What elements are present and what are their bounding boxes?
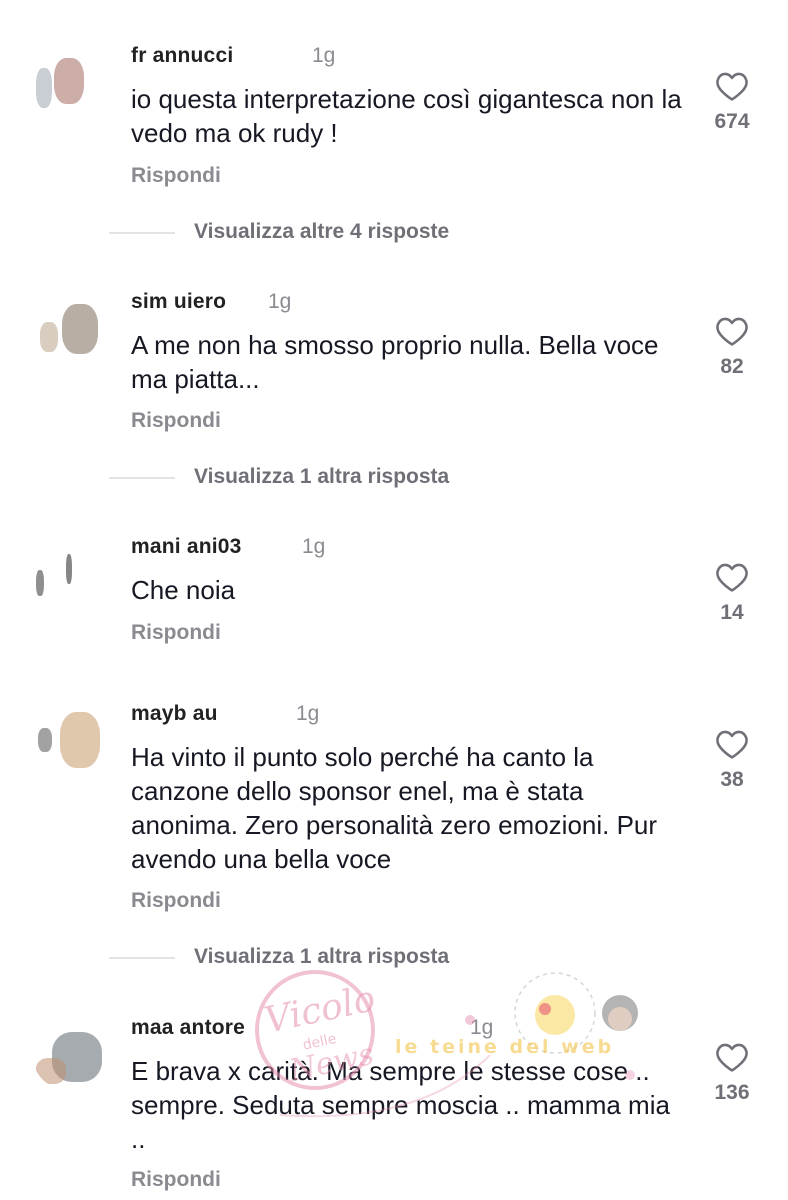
like-count: 14 (720, 601, 744, 624)
heart-outline-icon (716, 72, 748, 101)
like-button[interactable]: 82 (702, 315, 762, 379)
comment-username[interactable]: sim uiero (131, 290, 226, 314)
like-button[interactable]: 136 (702, 1041, 762, 1105)
reply-button[interactable]: Rispondi (131, 1168, 221, 1192)
like-button[interactable]: 38 (702, 728, 762, 792)
comment-text: A me non ha smosso proprio nulla. Bella … (131, 330, 659, 394)
comment-time: 1g (268, 290, 292, 313)
like-count: 82 (720, 355, 744, 378)
avatar[interactable] (32, 292, 104, 364)
view-more-replies-label: Visualizza altre 4 risposte (194, 220, 450, 243)
avatar[interactable] (32, 706, 104, 778)
like-button[interactable]: 14 (702, 561, 762, 625)
watermark-line2: delle (301, 1031, 337, 1054)
divider (109, 477, 175, 479)
like-button[interactable]: 674 (702, 70, 762, 134)
comment-username[interactable]: mayb au (131, 702, 218, 726)
view-more-replies[interactable]: Visualizza 1 altra risposta (0, 943, 788, 973)
comment-username[interactable]: maa antore (131, 1016, 245, 1040)
comment-text: io questa interpretazione così gigantesc… (131, 84, 682, 148)
like-count: 38 (720, 768, 744, 791)
reply-button[interactable]: Rispondi (131, 621, 221, 645)
heart-outline-icon (716, 563, 748, 592)
like-count: 674 (714, 110, 750, 133)
view-more-replies[interactable]: Visualizza 1 altra risposta (0, 463, 788, 493)
avatar[interactable] (32, 1018, 104, 1090)
view-more-replies-label: Visualizza 1 altra risposta (194, 945, 450, 968)
like-count: 136 (714, 1081, 750, 1104)
comment-time: 1g (470, 1016, 494, 1039)
comment-text: Ha vinto il punto solo perché ha canto l… (131, 742, 658, 874)
reply-button[interactable]: Rispondi (131, 164, 221, 188)
comment-username[interactable]: mani ani03 (131, 535, 242, 559)
avatar[interactable] (32, 48, 104, 120)
reply-button[interactable]: Rispondi (131, 409, 221, 433)
comment-text: Che noia (131, 575, 236, 605)
watermark-line1: Vicolo (261, 978, 379, 1041)
comment-time: 1g (302, 535, 326, 558)
view-more-replies-label: Visualizza 1 altra risposta (194, 465, 450, 488)
heart-outline-icon (716, 730, 748, 759)
avatar[interactable] (32, 540, 104, 612)
comment-text: E brava x carità. Ma sempre le stesse co… (131, 1056, 670, 1154)
view-more-replies[interactable]: Visualizza altre 4 risposte (0, 218, 788, 248)
comment-username[interactable]: fr annucci (131, 44, 233, 68)
divider (109, 232, 175, 234)
reply-button[interactable]: Rispondi (131, 889, 221, 913)
comment-time: 1g (296, 702, 320, 725)
comment-time: 1g (312, 44, 336, 67)
divider (109, 957, 175, 959)
heart-outline-icon (716, 317, 748, 346)
heart-outline-icon (716, 1043, 748, 1072)
